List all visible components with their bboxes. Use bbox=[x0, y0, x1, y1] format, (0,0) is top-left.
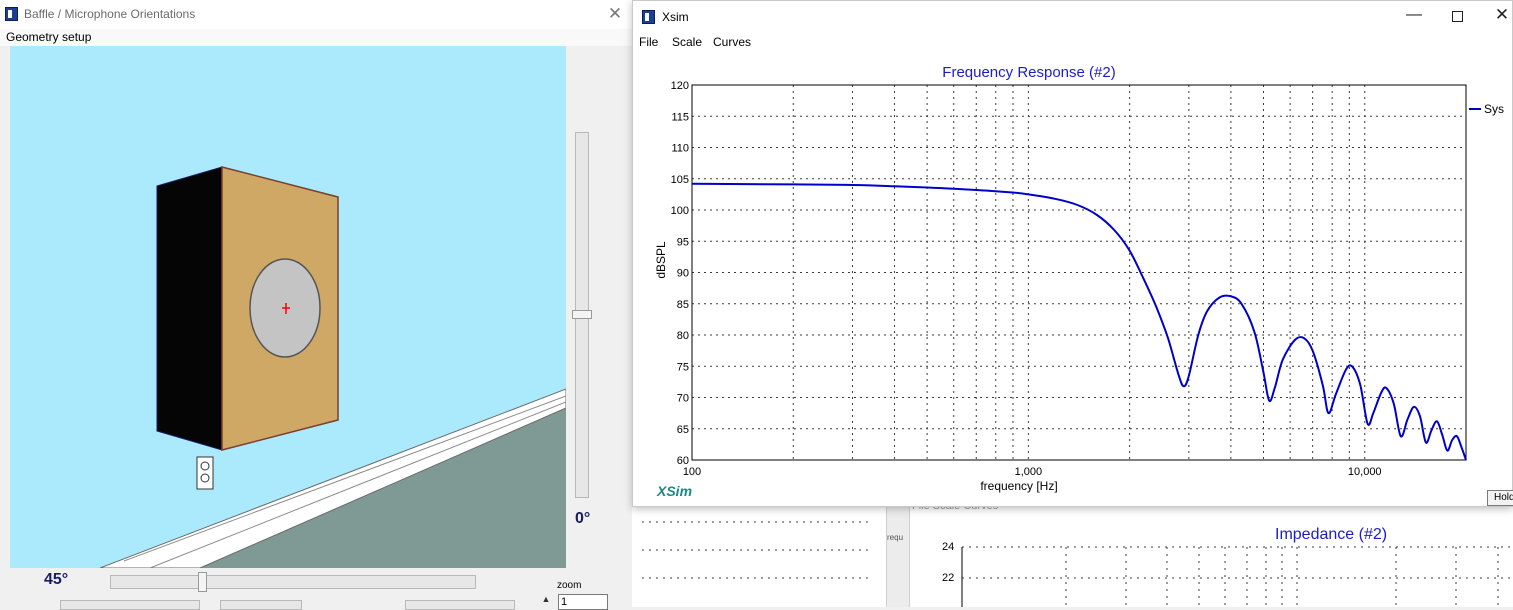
y-tick-label: 100 bbox=[671, 205, 689, 217]
cabinet-side bbox=[156, 166, 223, 451]
impedance-y-tick: 24 bbox=[942, 541, 955, 553]
baffle-titlebar[interactable]: Baffle / Microphone Orientations ✕ bbox=[0, 0, 632, 30]
xsim-app-icon bbox=[642, 10, 655, 24]
baffle-menu-bar: Geometry setup bbox=[0, 29, 632, 46]
xsim-titlebar[interactable]: Xsim — ✕ bbox=[633, 1, 1513, 32]
y-tick-label: 75 bbox=[677, 361, 689, 373]
background-freq-label: requ bbox=[887, 533, 904, 542]
bottom-slider-a[interactable] bbox=[60, 600, 200, 610]
close-icon[interactable]: ✕ bbox=[1491, 5, 1513, 25]
y-tick-label: 95 bbox=[677, 236, 689, 248]
impedance-chart-title: Impedance (#2) bbox=[1275, 526, 1388, 543]
xsim-window-title: Xsim bbox=[662, 10, 689, 24]
menu-curves[interactable]: Curves bbox=[713, 35, 751, 49]
bottom-slider-b[interactable] bbox=[220, 600, 302, 610]
y-tick-label: 120 bbox=[671, 80, 689, 92]
impedance-y-tick: 22 bbox=[942, 572, 955, 584]
menu-geometry-setup[interactable]: Geometry setup bbox=[6, 30, 91, 44]
vertical-angle-slider-thumb[interactable] bbox=[572, 310, 592, 319]
y-tick-label: 65 bbox=[677, 424, 689, 436]
minimize-icon[interactable]: — bbox=[1403, 6, 1425, 26]
y-axis-label: dBSPL bbox=[654, 241, 668, 279]
baffle-window-title: Baffle / Microphone Orientations bbox=[24, 7, 196, 21]
impedance-grid bbox=[642, 521, 1513, 607]
y-tick-label: 115 bbox=[671, 111, 689, 123]
x-tick-label: 1,000 bbox=[1015, 466, 1043, 478]
x-tick-label: 100 bbox=[683, 466, 701, 478]
xsim-brand-logo: XSim bbox=[656, 483, 692, 499]
app-icon bbox=[5, 7, 18, 21]
frequency-response-chart[interactable]: Frequency Response (#2) 6065707580859095… bbox=[633, 53, 1512, 505]
zoom-input[interactable] bbox=[558, 594, 608, 610]
chart-title: Frequency Response (#2) bbox=[942, 64, 1115, 81]
menu-file[interactable]: File bbox=[639, 35, 658, 49]
y-tick-label: 105 bbox=[671, 174, 689, 186]
y-tick-label: 90 bbox=[677, 268, 689, 280]
close-icon[interactable]: ✕ bbox=[604, 4, 626, 24]
zoom-spinner[interactable]: ▲ bbox=[536, 594, 556, 608]
x-axis-ticks: 100 1,000 10,000 bbox=[683, 466, 1382, 478]
menu-scale[interactable]: Scale bbox=[672, 35, 702, 49]
background-window-divider bbox=[886, 500, 910, 607]
horizontal-angle-readout: 45° bbox=[44, 571, 69, 588]
impedance-window bbox=[632, 500, 1513, 607]
xsim-window: Xsim — ✕ File Scale Curves Frequency Res… bbox=[632, 0, 1513, 507]
chart-grid bbox=[692, 85, 1466, 460]
y-tick-label: 70 bbox=[677, 393, 689, 405]
x-tick-label: 10,000 bbox=[1348, 466, 1382, 478]
maximize-icon[interactable] bbox=[1446, 6, 1468, 26]
plot-frame bbox=[691, 84, 1467, 461]
baffle-3d-view[interactable] bbox=[10, 46, 566, 568]
y-axis-ticks: 6065707580859095100105110115120 bbox=[671, 80, 689, 467]
bottom-slider-c[interactable] bbox=[405, 600, 515, 610]
microphone-icon bbox=[196, 456, 214, 490]
y-tick-label: 110 bbox=[671, 143, 689, 155]
baffle-window: Baffle / Microphone Orientations ✕ Geome… bbox=[0, 0, 632, 610]
y-tick-label: 85 bbox=[677, 299, 689, 311]
horizontal-angle-slider-thumb[interactable] bbox=[198, 572, 207, 592]
legend-label-sys: Sys bbox=[1484, 102, 1504, 116]
zoom-label: zoom bbox=[557, 580, 582, 591]
series-sys-line bbox=[691, 182, 1467, 461]
vertical-angle-readout: 0° bbox=[575, 510, 591, 527]
x-axis-label: frequency [Hz] bbox=[980, 479, 1057, 493]
hold-button[interactable]: Hold bbox=[1487, 490, 1513, 506]
horizontal-angle-slider[interactable] bbox=[110, 575, 476, 589]
y-tick-label: 80 bbox=[677, 330, 689, 342]
